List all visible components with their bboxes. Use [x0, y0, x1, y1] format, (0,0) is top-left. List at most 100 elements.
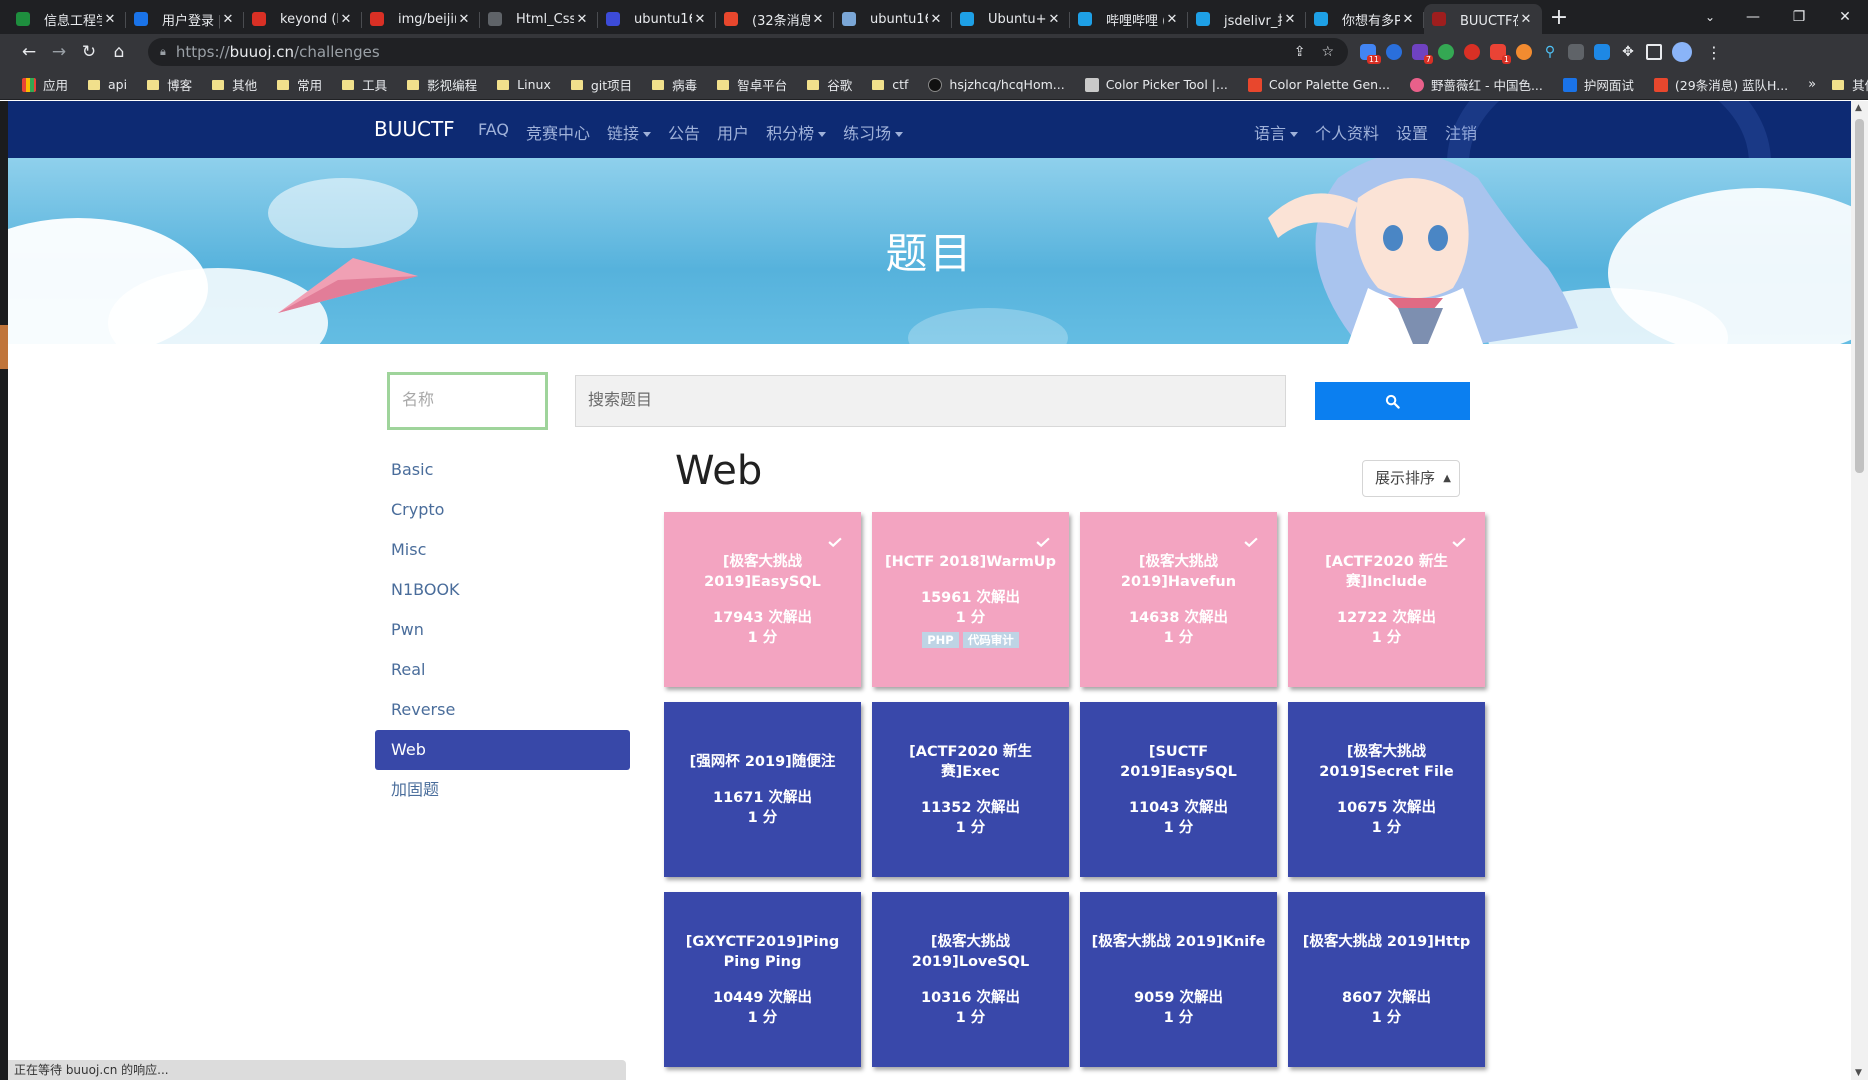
- tab[interactable]: (32条消息 ✕: [716, 4, 834, 34]
- tab[interactable]: img/beijin ✕: [362, 4, 480, 34]
- extension-icon[interactable]: [1568, 44, 1584, 60]
- tab[interactable]: Ubuntu+I ✕: [952, 4, 1070, 34]
- bookmarks-overflow-button[interactable]: »: [1808, 77, 1816, 92]
- challenge-card[interactable]: [ACTF2020 新生赛]Exec 11352 次解出 1 分: [872, 702, 1069, 877]
- nav-link[interactable]: 语言: [1254, 120, 1298, 144]
- challenge-tag[interactable]: 代码审计: [962, 632, 1019, 648]
- category-item[interactable]: Basic: [375, 450, 630, 490]
- tab-close-icon[interactable]: ✕: [928, 12, 944, 27]
- tab[interactable]: ubuntu16 ✕: [834, 4, 952, 34]
- tab-close-icon[interactable]: ✕: [1164, 12, 1180, 27]
- nav-link[interactable]: 公告: [668, 120, 700, 144]
- bookmark-star-icon[interactable]: ☆: [1321, 44, 1334, 60]
- tab-close-icon[interactable]: ✕: [1400, 12, 1416, 27]
- challenge-search-input[interactable]: [575, 375, 1286, 427]
- profile-avatar[interactable]: [1672, 42, 1692, 62]
- challenge-name-filter-input[interactable]: [387, 372, 548, 430]
- category-item[interactable]: Misc: [375, 530, 630, 570]
- nav-link[interactable]: 练习场: [843, 120, 903, 144]
- bookmark-item[interactable]: 病毒: [652, 75, 697, 94]
- bookmark-item[interactable]: 博客: [147, 75, 192, 94]
- page-scrollbar[interactable]: ▲ ▼: [1851, 101, 1868, 1080]
- tab-close-icon[interactable]: ✕: [220, 12, 236, 27]
- bookmark-item[interactable]: 常用: [277, 75, 322, 94]
- category-item[interactable]: N1BOOK: [375, 570, 630, 610]
- puzzle-icon[interactable]: ✥: [1620, 44, 1636, 60]
- nav-link[interactable]: FAQ: [478, 120, 509, 144]
- extension-icon[interactable]: [1386, 44, 1402, 60]
- tab[interactable]: jsdelivr_批✕: [1188, 4, 1306, 34]
- tab[interactable]: 信息工程学✕: [8, 4, 126, 34]
- side-panel-icon[interactable]: [1646, 44, 1662, 60]
- extension-icon[interactable]: 11: [1360, 44, 1381, 64]
- scrollbar-thumb[interactable]: [1855, 119, 1864, 473]
- challenge-card[interactable]: [ACTF2020 新生赛]Include 12722 次解出 1 分: [1288, 512, 1485, 687]
- challenge-card[interactable]: [极客大挑战 2019]Knife 9059 次解出 1 分: [1080, 892, 1277, 1067]
- tab-close-icon[interactable]: ✕: [456, 12, 472, 27]
- address-bar[interactable]: 🔒︎ https://buuoj.cn/challenges ⇪ ☆: [148, 38, 1348, 66]
- pin-icon[interactable]: ⚲: [1542, 44, 1558, 60]
- tab-close-icon[interactable]: ✕: [574, 12, 590, 27]
- reload-button[interactable]: ↻: [74, 42, 104, 62]
- bookmark-item[interactable]: Linux: [497, 77, 551, 92]
- scroll-down-arrow-icon[interactable]: ▼: [1855, 1068, 1862, 1078]
- cookie-icon[interactable]: [1516, 44, 1532, 60]
- tab[interactable]: keyond (k ✕: [244, 4, 362, 34]
- bookmark-item[interactable]: git项目: [570, 75, 632, 94]
- tab[interactable]: Html_Css/✕: [480, 4, 598, 34]
- tab[interactable]: ubuntu16 ✕: [598, 4, 716, 34]
- tab-search-button[interactable]: ⌄: [1690, 10, 1730, 24]
- bookmark-item[interactable]: Color Palette Gen...: [1247, 77, 1390, 92]
- bookmark-item[interactable]: 护网面试: [1562, 75, 1634, 94]
- challenge-card[interactable]: [极客大挑战 2019]Havefun 14638 次解出 1 分: [1080, 512, 1277, 687]
- bookmark-item[interactable]: 智卓平台: [717, 75, 787, 94]
- tab-close-icon[interactable]: ✕: [338, 12, 354, 27]
- challenge-card[interactable]: [极客大挑战 2019]Http 8607 次解出 1 分: [1288, 892, 1485, 1067]
- menu-kebab-icon[interactable]: ⋮: [1706, 43, 1722, 62]
- scroll-up-arrow-icon[interactable]: ▲: [1855, 103, 1862, 113]
- bookmark-item[interactable]: 其他: [212, 75, 257, 94]
- tab-active[interactable]: BUUCTF在✕: [1424, 4, 1542, 34]
- lock-icon[interactable]: 🔒︎: [160, 45, 166, 59]
- nav-link[interactable]: 链接: [607, 120, 651, 144]
- tab-close-icon[interactable]: ✕: [1518, 12, 1534, 27]
- tab-close-icon[interactable]: ✕: [1282, 12, 1298, 27]
- share-icon[interactable]: ⇪: [1294, 44, 1306, 60]
- bookmark-item[interactable]: ctf: [872, 77, 908, 92]
- tab-close-icon[interactable]: ✕: [810, 12, 826, 27]
- challenge-card[interactable]: [极客大挑战 2019]EasySQL 17943 次解出 1 分: [664, 512, 861, 687]
- challenge-card[interactable]: [极客大挑战 2019]LoveSQL 10316 次解出 1 分: [872, 892, 1069, 1067]
- bookmark-item[interactable]: 野蔷薇红 - 中国色...: [1410, 75, 1543, 94]
- tab-close-icon[interactable]: ✕: [102, 12, 118, 27]
- nav-link[interactable]: 个人资料: [1315, 120, 1379, 144]
- home-icon[interactable]: ⌂: [104, 42, 134, 62]
- tab-close-icon[interactable]: ✕: [692, 12, 708, 27]
- back-button[interactable]: ←: [14, 42, 44, 62]
- category-item[interactable]: Crypto: [375, 490, 630, 530]
- tab[interactable]: 用户登录 | ✕: [126, 4, 244, 34]
- category-item[interactable]: Real: [375, 650, 630, 690]
- nav-link[interactable]: 用户: [717, 120, 749, 144]
- search-button[interactable]: [1315, 382, 1470, 420]
- nav-link[interactable]: 竞赛中心: [526, 120, 590, 144]
- nav-link[interactable]: 积分榜: [766, 120, 826, 144]
- bookmark-item[interactable]: 谷歌: [807, 75, 852, 94]
- new-tab-button[interactable]: +: [1542, 4, 1576, 34]
- extension-icon[interactable]: 7: [1412, 44, 1433, 64]
- nav-link[interactable]: 设置: [1396, 120, 1428, 144]
- close-window-button[interactable]: ✕: [1822, 9, 1868, 25]
- bookmark-item[interactable]: 影视编程: [407, 75, 477, 94]
- bookmark-item[interactable]: 应用: [22, 75, 68, 94]
- tab[interactable]: 哔哩哔哩 (✕: [1070, 4, 1188, 34]
- tab-close-icon[interactable]: ✕: [1046, 12, 1062, 27]
- challenge-tag[interactable]: PHP: [922, 632, 959, 648]
- challenge-card[interactable]: [HCTF 2018]WarmUp 15961 次解出 1 分 PHP 代码审计: [872, 512, 1069, 687]
- category-item[interactable]: Pwn: [375, 610, 630, 650]
- adblock-icon[interactable]: [1464, 44, 1480, 60]
- bookmark-item[interactable]: Color Picker Tool |...: [1084, 77, 1228, 92]
- minimize-button[interactable]: —: [1730, 9, 1776, 25]
- sort-select[interactable]: 展示排序 ▲: [1362, 460, 1460, 497]
- restore-button[interactable]: ❐: [1776, 9, 1822, 25]
- category-item[interactable]: Web: [375, 730, 630, 770]
- category-item[interactable]: 加固题: [375, 770, 630, 810]
